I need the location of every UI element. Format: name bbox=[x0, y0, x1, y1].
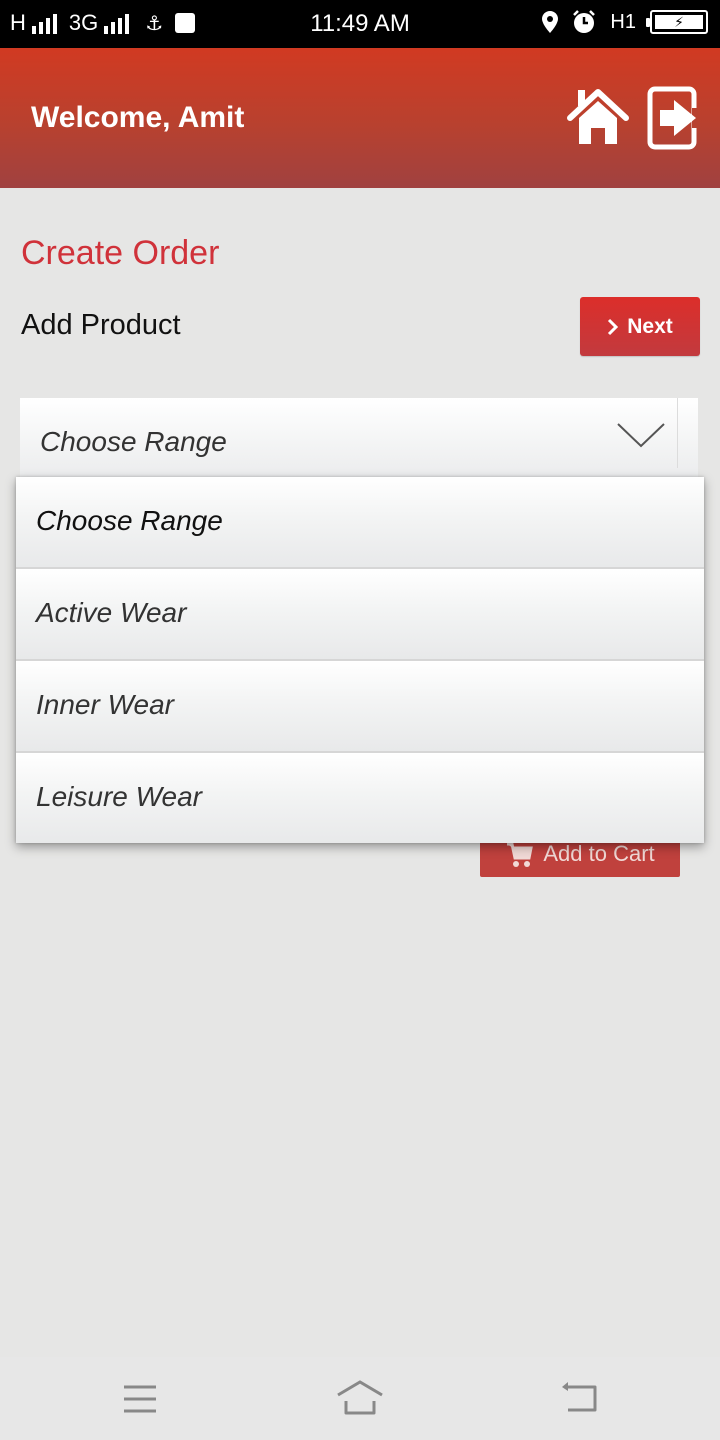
range-option-label: Inner Wear bbox=[36, 689, 174, 720]
chevron-down-icon bbox=[617, 423, 665, 448]
range-option-label: Leisure Wear bbox=[36, 781, 203, 812]
menu-icon[interactable] bbox=[110, 1377, 170, 1421]
next-button[interactable]: Next bbox=[580, 297, 700, 356]
range-dropdown-list: Choose Range Active Wear Inner Wear Leis… bbox=[16, 477, 704, 843]
location-icon bbox=[542, 11, 559, 33]
range-option-label: Active Wear bbox=[36, 597, 187, 628]
range-option[interactable]: Inner Wear bbox=[16, 661, 704, 753]
chevron-right-icon bbox=[608, 318, 619, 335]
welcome-text: Welcome, Amit bbox=[31, 101, 245, 134]
cart-icon bbox=[507, 842, 534, 867]
home-icon[interactable] bbox=[566, 86, 630, 150]
battery-charging-icon: ⚡ bbox=[646, 10, 708, 34]
next-label: Next bbox=[627, 314, 673, 338]
range-select[interactable]: Choose Range bbox=[20, 398, 698, 478]
system-nav-bar bbox=[0, 1357, 720, 1440]
alarm-icon bbox=[573, 10, 596, 33]
range-option-label: Choose Range bbox=[36, 505, 223, 536]
app-header: Welcome, Amit bbox=[0, 48, 720, 188]
range-option[interactable]: Leisure Wear bbox=[16, 753, 704, 843]
select-divider bbox=[677, 398, 678, 468]
section-subtitle: Add Product bbox=[21, 309, 181, 341]
page-title: Create Order bbox=[21, 234, 220, 272]
home-icon[interactable] bbox=[330, 1377, 390, 1421]
network-type-h1: H1 bbox=[610, 10, 636, 33]
range-select-value: Choose Range bbox=[40, 426, 227, 457]
back-icon[interactable] bbox=[550, 1377, 610, 1421]
range-option[interactable]: Active Wear bbox=[16, 569, 704, 661]
logout-icon[interactable] bbox=[646, 86, 702, 150]
add-to-cart-label: Add to Cart bbox=[543, 840, 655, 866]
status-right: H1 ⚡ bbox=[542, 10, 708, 34]
status-bar: H 3G ⚓ 11:49 AM H1 ⚡ bbox=[0, 0, 720, 48]
range-option[interactable]: Choose Range bbox=[16, 477, 704, 569]
